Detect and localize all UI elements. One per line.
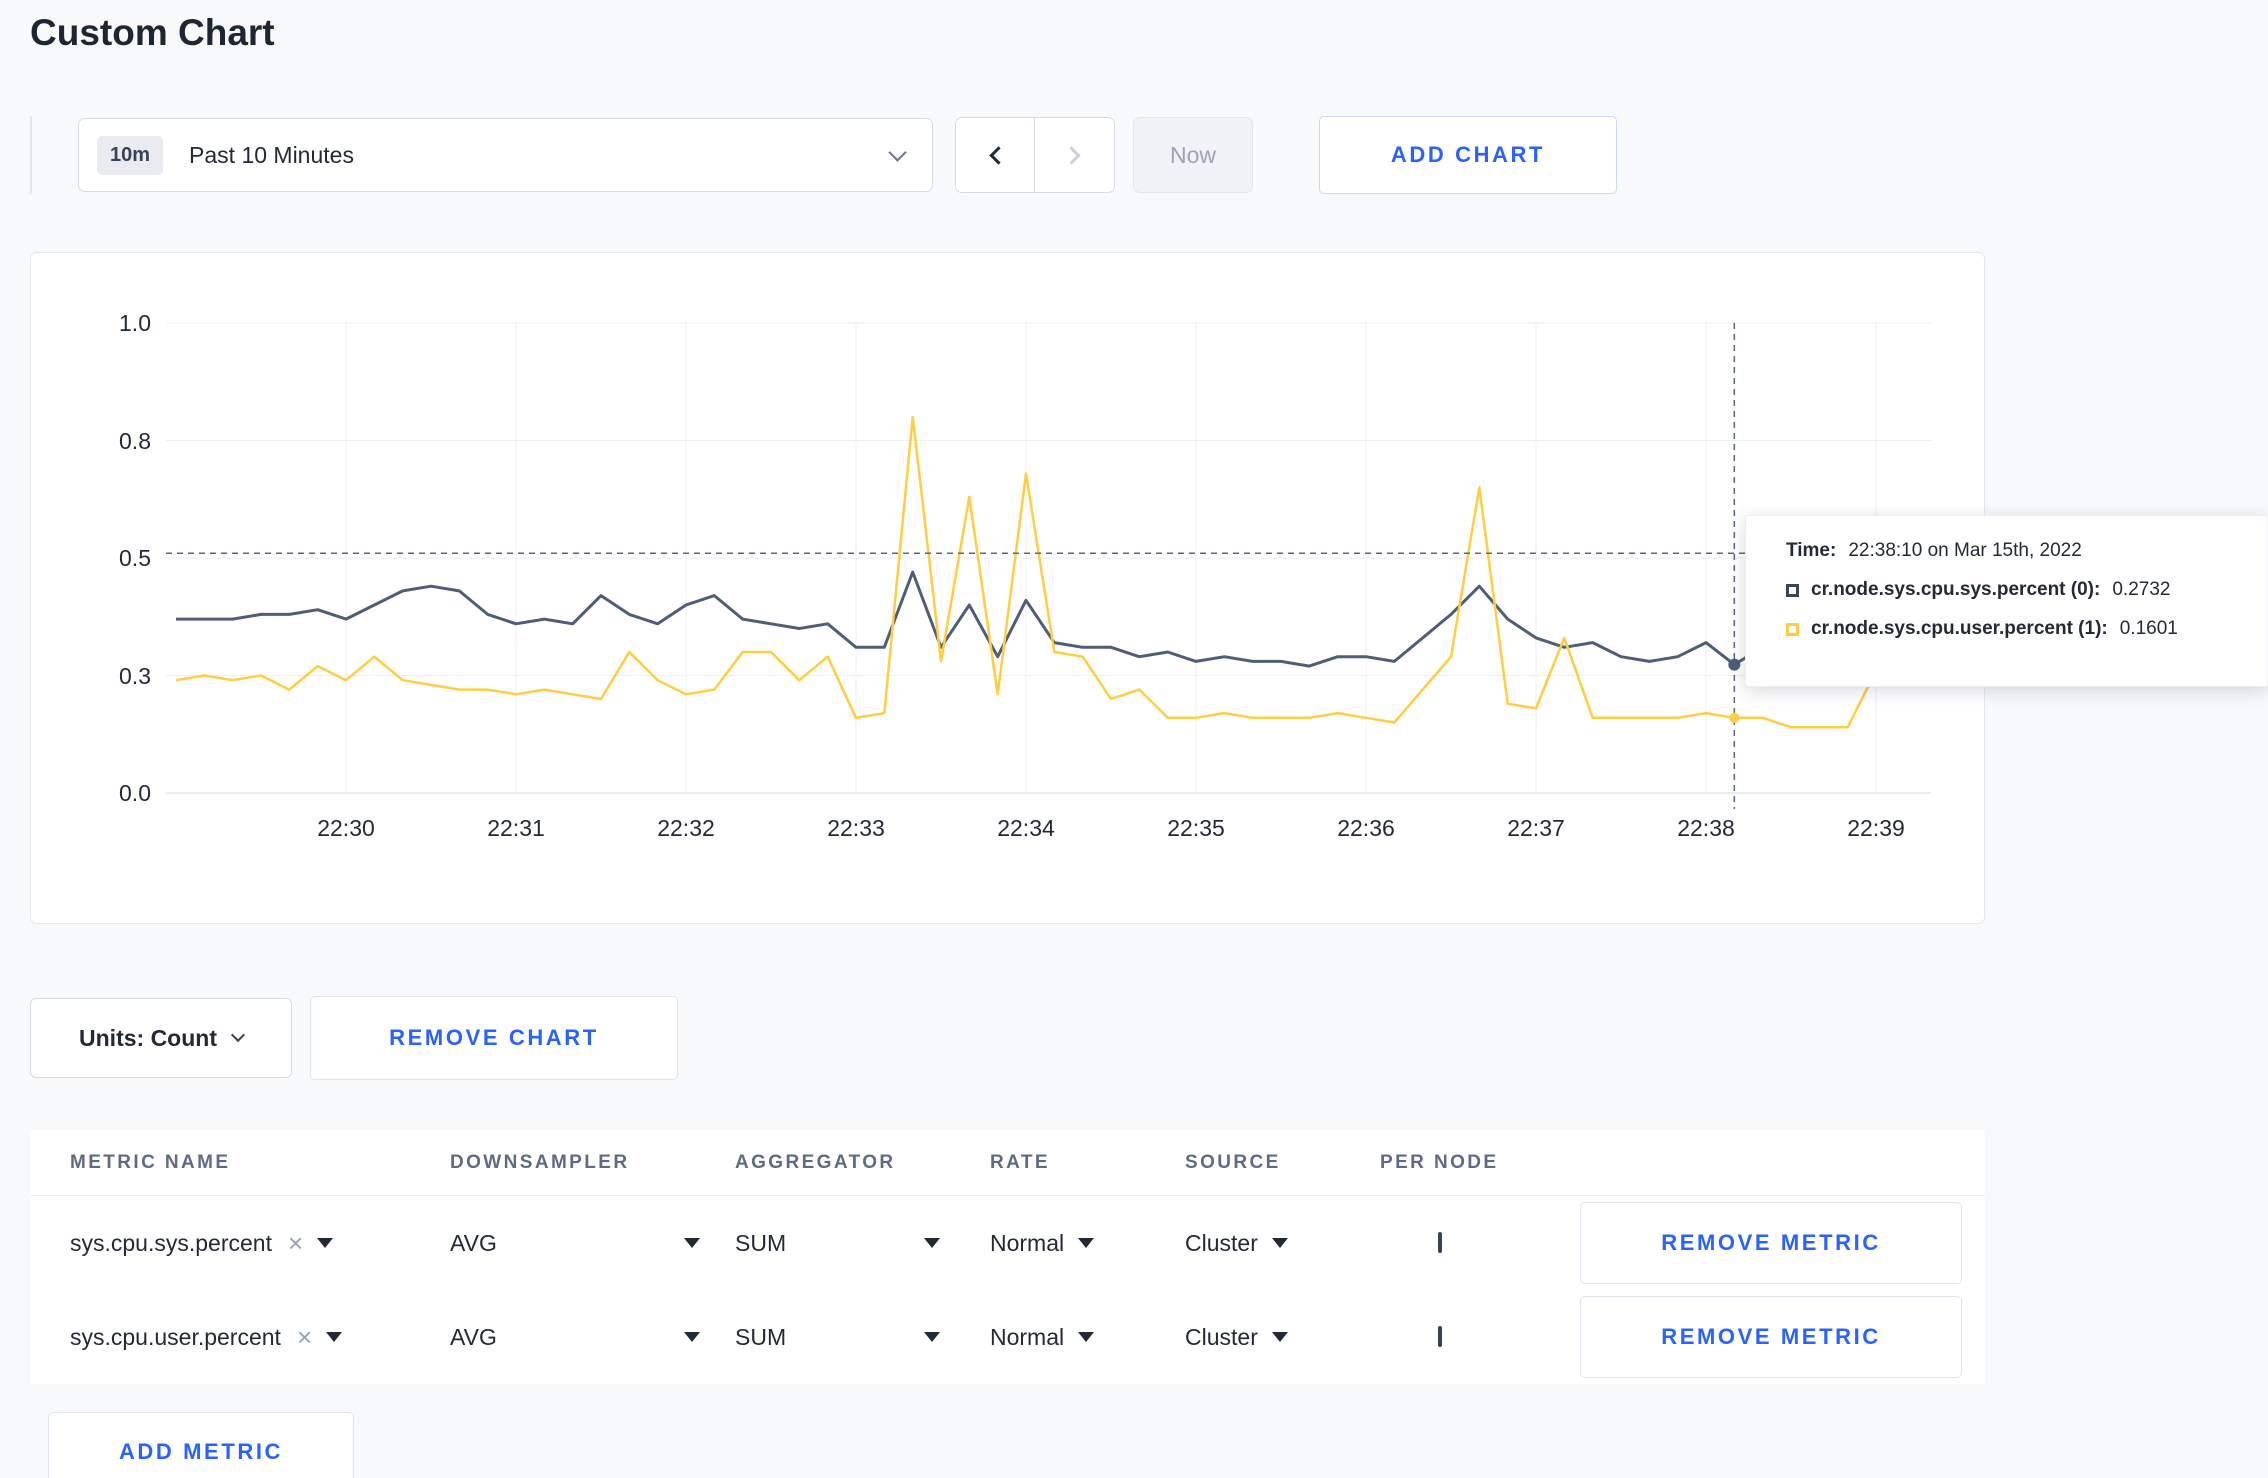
x-axis-label: 22:30 xyxy=(317,815,375,841)
metric-name-select[interactable]: sys.cpu.sys.percent × xyxy=(70,1230,450,1257)
chevron-down-icon xyxy=(230,1027,246,1043)
metric-row: sys.cpu.user.percent × AVG SUM Normal Cl… xyxy=(30,1290,1985,1384)
aggregator-select[interactable]: SUM xyxy=(735,1230,940,1257)
per-node-checkbox[interactable] xyxy=(1438,1326,1442,1347)
aggregator-value: SUM xyxy=(735,1229,787,1256)
x-axis-label: 22:38 xyxy=(1677,815,1735,841)
remove-chart-button[interactable]: REMOVE CHART xyxy=(310,996,678,1080)
caret-down-icon xyxy=(924,1238,940,1248)
tooltip-series-row: cr.node.sys.cpu.user.percent (1): 0.1601 xyxy=(1786,618,2267,640)
rate-select[interactable]: Normal xyxy=(990,1324,1185,1351)
series-user-swatch-icon xyxy=(1786,622,1799,636)
chart-tooltip: Time: 22:38:10 on Mar 15th, 2022 cr.node… xyxy=(1745,515,2268,687)
tooltip-time-value: 22:38:10 on Mar 15th, 2022 xyxy=(1848,540,2082,561)
units-label: Units: Count xyxy=(79,1024,217,1051)
rate-value: Normal xyxy=(990,1323,1065,1350)
source-value: Cluster xyxy=(1185,1323,1258,1350)
metric-name-label: sys.cpu.user.percent xyxy=(70,1323,281,1350)
metric-name-select[interactable]: sys.cpu.user.percent × xyxy=(70,1324,450,1351)
caret-down-icon xyxy=(684,1238,700,1248)
metrics-table-header: METRIC NAME DOWNSAMPLER AGGREGATOR RATE … xyxy=(30,1130,1985,1196)
tooltip-series-label: cr.node.sys.cpu.sys.percent (0): xyxy=(1811,579,2101,600)
caret-down-icon xyxy=(1078,1332,1095,1342)
metric-row: sys.cpu.sys.percent × AVG SUM Normal Clu… xyxy=(30,1196,1985,1290)
tooltip-series-label: cr.node.sys.cpu.user.percent (1): xyxy=(1811,618,2108,639)
source-select[interactable]: Cluster xyxy=(1185,1230,1380,1257)
aggregator-select[interactable]: SUM xyxy=(735,1324,940,1351)
y-axis-label: 1.0 xyxy=(119,310,151,336)
clear-metric-icon[interactable]: × xyxy=(288,1230,303,1256)
metrics-chart-card: 22:30 22:31 22:32 22:33 22:34 22:35 22:36 22:37… xyxy=(30,252,1985,924)
x-axis-label: 22:37 xyxy=(1507,815,1565,841)
tooltip-time-label: Time: xyxy=(1786,540,1837,561)
time-step-buttons xyxy=(955,117,1115,193)
time-toolbar: 10m Past 10 Minutes Now ADD CHART xyxy=(30,116,2268,194)
caret-down-icon xyxy=(1271,1332,1288,1342)
header-rate: RATE xyxy=(990,1151,1050,1173)
series-line-user xyxy=(175,415,1934,729)
tooltip-time-row: Time: 22:38:10 on Mar 15th, 2022 xyxy=(1786,540,2267,562)
header-source: SOURCE xyxy=(1185,1151,1281,1173)
y-axis-label: 0.3 xyxy=(119,662,151,689)
remove-metric-button[interactable]: REMOVE METRIC xyxy=(1580,1202,1962,1284)
x-axis-label: 22:31 xyxy=(487,815,545,841)
aggregator-value: SUM xyxy=(735,1323,787,1350)
downsampler-select[interactable]: AVG xyxy=(450,1324,700,1351)
remove-metric-button[interactable]: REMOVE METRIC xyxy=(1580,1296,1962,1378)
source-select[interactable]: Cluster xyxy=(1185,1324,1380,1351)
caret-down-icon xyxy=(1271,1238,1288,1248)
downsampler-select[interactable]: AVG xyxy=(450,1230,700,1257)
source-value: Cluster xyxy=(1185,1229,1258,1256)
x-axis-label: 22:39 xyxy=(1847,815,1905,841)
metric-name-label: sys.cpu.sys.percent xyxy=(70,1229,272,1256)
y-axis-label: 0.8 xyxy=(119,427,151,454)
tooltip-series-value: 0.2732 xyxy=(2112,579,2171,600)
downsampler-value: AVG xyxy=(450,1229,497,1256)
previous-window-button[interactable] xyxy=(955,117,1035,193)
toolbar-divider xyxy=(30,116,32,194)
time-window-label: Past 10 Minutes xyxy=(189,141,354,168)
caret-down-icon xyxy=(924,1332,940,1342)
metrics-table: METRIC NAME DOWNSAMPLER AGGREGATOR RATE … xyxy=(30,1130,1985,1384)
time-window-select[interactable]: 10m Past 10 Minutes xyxy=(78,118,933,192)
page-title: Custom Chart xyxy=(30,12,275,53)
now-button[interactable]: Now xyxy=(1133,117,1253,193)
units-select[interactable]: Units: Count xyxy=(30,998,292,1078)
caret-down-icon xyxy=(326,1332,343,1342)
downsampler-value: AVG xyxy=(450,1323,497,1350)
add-metric-button[interactable]: ADD METRIC xyxy=(48,1412,354,1478)
x-axis-label: 22:35 xyxy=(1167,815,1225,841)
header-per-node: PER NODE xyxy=(1380,1151,1499,1173)
crosshair-point xyxy=(1729,712,1740,723)
time-window-badge: 10m xyxy=(97,135,164,175)
tooltip-series-value: 0.1601 xyxy=(2119,618,2178,639)
custom-chart-page: Custom Chart 10m Past 10 Minutes Now ADD… xyxy=(0,0,2268,1478)
per-node-checkbox[interactable] xyxy=(1438,1232,1442,1253)
metrics-line-chart[interactable] xyxy=(166,322,1934,809)
add-chart-button[interactable]: ADD CHART xyxy=(1319,116,1617,194)
caret-down-icon xyxy=(684,1332,700,1342)
x-axis-label: 22:36 xyxy=(1337,815,1395,841)
chevron-left-icon xyxy=(988,145,1008,165)
x-axis-label: 22:34 xyxy=(997,815,1055,841)
caret-down-icon xyxy=(317,1238,334,1248)
x-axis-label: 22:32 xyxy=(657,815,715,841)
chevron-down-icon xyxy=(888,142,907,162)
header-metric-name: METRIC NAME xyxy=(70,1151,231,1173)
caret-down-icon xyxy=(1078,1238,1095,1248)
series-sys-swatch-icon xyxy=(1786,583,1799,597)
crosshair-point xyxy=(1728,658,1741,671)
y-axis-label: 0.0 xyxy=(119,780,151,806)
header-aggregator: AGGREGATOR xyxy=(735,1151,896,1173)
y-axis-label: 0.5 xyxy=(119,545,151,571)
tooltip-series-row: cr.node.sys.cpu.sys.percent (0): 0.2732 xyxy=(1786,579,2267,601)
chevron-right-icon xyxy=(1062,145,1081,165)
header-downsampler: DOWNSAMPLER xyxy=(450,1151,630,1173)
rate-select[interactable]: Normal xyxy=(990,1230,1185,1257)
clear-metric-icon[interactable]: × xyxy=(297,1324,312,1350)
x-axis-label: 22:33 xyxy=(827,815,885,841)
next-window-button[interactable] xyxy=(1035,117,1115,193)
chart-options-bar: Units: Count REMOVE CHART xyxy=(30,996,2268,1080)
rate-value: Normal xyxy=(990,1229,1065,1256)
